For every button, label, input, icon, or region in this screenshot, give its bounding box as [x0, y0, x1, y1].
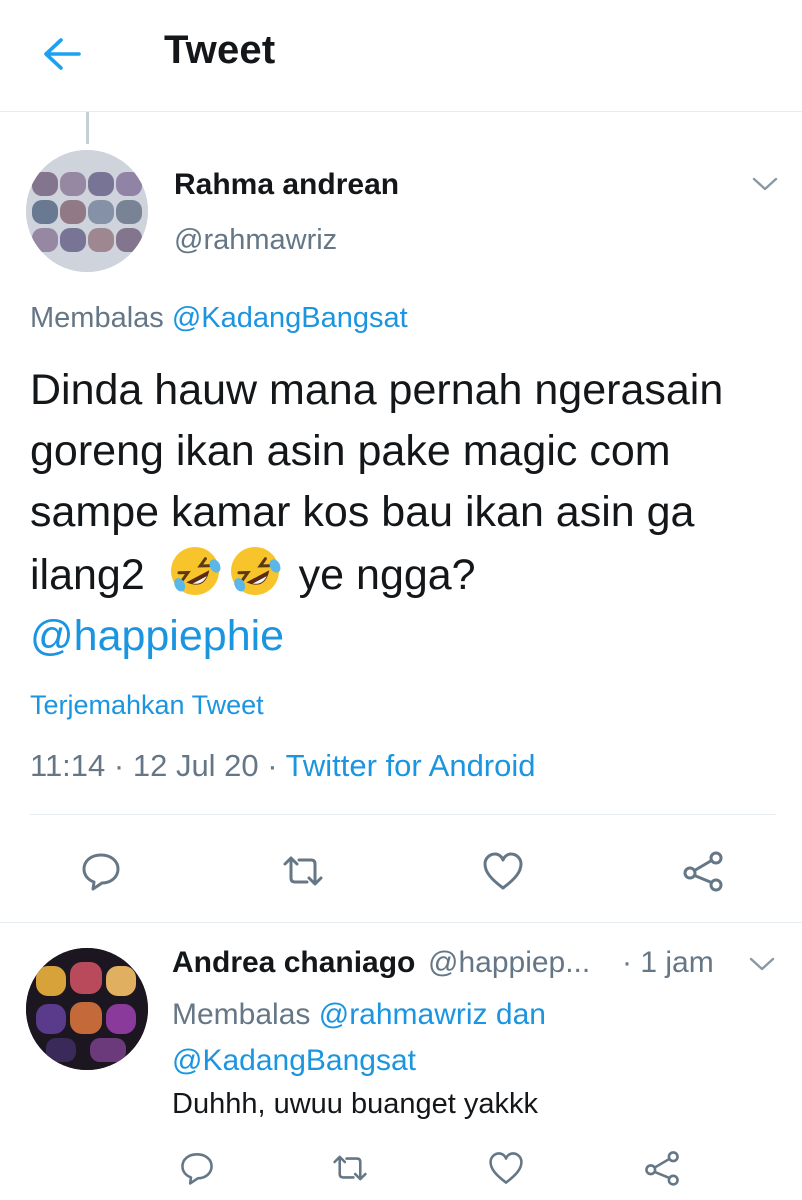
chevron-down-icon — [752, 177, 778, 191]
reply-icon — [181, 1153, 213, 1185]
author-name[interactable]: Rahma andrean — [174, 168, 399, 202]
reply-button[interactable] — [175, 1146, 219, 1190]
reply-timestamp[interactable]: · 1 jam — [622, 946, 714, 980]
tweet-date: 12 Jul 20 — [132, 748, 259, 783]
rolling-on-floor-laughing-emoji — [230, 547, 281, 595]
tweet-menu-button[interactable] — [748, 172, 782, 196]
replying-prefix: Membalas — [30, 302, 164, 334]
tweet-metadata: 11:14 · 12 Jul 20 · Twitter for Android — [30, 748, 536, 784]
tweet-text-tail: ye ngga? — [286, 551, 476, 599]
reply-replying-to: Membalas @rahmawriz dan @KadangBangsat — [172, 992, 732, 1084]
retweet-button[interactable] — [276, 846, 330, 896]
top-app-bar: Tweet — [0, 0, 802, 112]
avatar-image — [26, 150, 148, 272]
retweet-icon — [333, 1155, 367, 1181]
share-button[interactable] — [678, 846, 728, 896]
share-icon — [683, 851, 723, 892]
avatar[interactable] — [26, 150, 148, 272]
replying-to-link[interactable]: @KadangBangsat — [172, 1044, 416, 1077]
page-title: Tweet — [164, 28, 276, 72]
like-icon — [483, 852, 523, 890]
back-button[interactable] — [38, 30, 86, 78]
replying-to: Membalas @KadangBangsat — [30, 302, 408, 335]
chevron-down-icon — [749, 957, 775, 971]
reply-text: Duhhh, uwuu buanget yakkk — [172, 1088, 538, 1120]
rolling-on-floor-laughing-emoji — [170, 547, 221, 595]
meta-separator: · — [258, 748, 286, 783]
share-icon — [645, 1151, 679, 1186]
like-button[interactable] — [484, 1146, 528, 1190]
thread-connector-line — [86, 112, 89, 144]
reply-author-handle[interactable]: @happiep... — [428, 946, 590, 980]
author-handle[interactable]: @rahmawriz — [174, 224, 337, 257]
reply-author-name[interactable]: Andrea chaniago — [172, 946, 415, 980]
like-icon — [489, 1152, 523, 1184]
tweet-text: Dinda hauw mana pernah ngerasain goreng … — [30, 360, 780, 667]
divider — [30, 814, 776, 815]
replying-to-link[interactable]: @rahmawriz — [319, 998, 488, 1031]
share-button[interactable] — [640, 1146, 684, 1190]
replying-conjunction: dan — [495, 998, 546, 1031]
tweet-client-link[interactable]: Twitter for Android — [286, 748, 536, 783]
retweet-button[interactable] — [326, 1146, 374, 1190]
arrow-left-icon — [44, 38, 81, 70]
section-divider — [0, 922, 802, 923]
avatar-image — [26, 948, 148, 1070]
reply-button[interactable] — [76, 846, 126, 896]
retweet-icon — [283, 856, 323, 886]
translate-tweet-link[interactable]: Terjemahkan Tweet — [30, 690, 264, 721]
replying-to-link[interactable]: @KadangBangsat — [172, 302, 408, 334]
meta-separator: · — [105, 748, 133, 783]
avatar[interactable] — [26, 948, 148, 1070]
reply-menu-button[interactable] — [745, 952, 779, 976]
tweet-time: 11:14 — [30, 748, 106, 783]
mention-link[interactable]: @happiephie — [30, 612, 284, 660]
reply-icon — [82, 853, 120, 891]
like-button[interactable] — [478, 846, 528, 896]
replying-prefix: Membalas — [172, 998, 311, 1031]
